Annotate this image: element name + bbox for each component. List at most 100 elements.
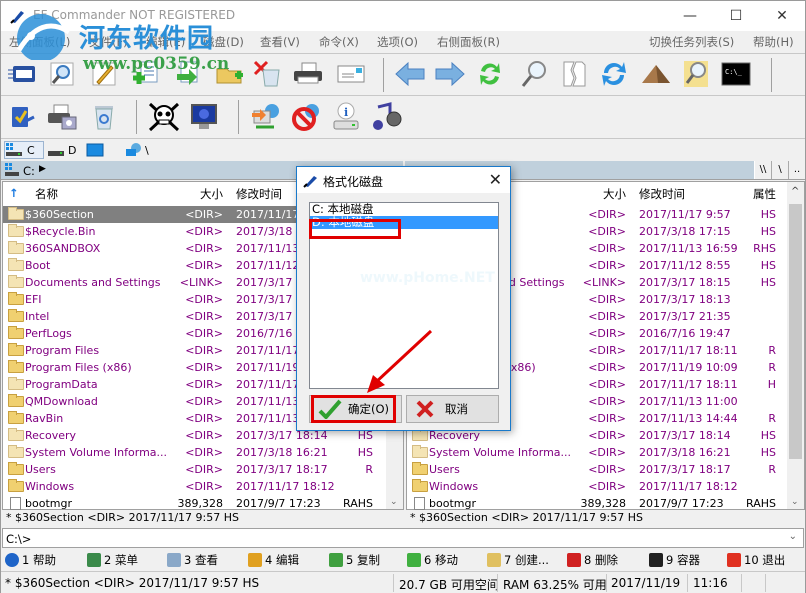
refresh-icon[interactable] [597,57,631,91]
file-date: 2017/11/13 11:00 [639,395,738,408]
fkey-7-button[interactable]: 7 创建... [487,551,549,568]
minimize-button[interactable]: — [667,1,713,31]
menu-options[interactable]: 选项(O) [377,34,418,50]
disconnect-network-drive-icon[interactable] [289,100,323,134]
column-name[interactable]: 名称 [35,186,58,202]
fkey-8-button[interactable]: 8 删除 [567,551,618,568]
desktop-button[interactable] [86,141,106,159]
map-network-drive-icon[interactable] [249,100,283,134]
cancel-button[interactable]: 取消 [406,395,499,423]
column-size[interactable]: 大小 [603,186,626,202]
drive-d-button[interactable]: D [47,141,77,159]
scroll-down-icon[interactable]: ⌄ [390,497,398,507]
drive-info-icon[interactable]: i [329,100,363,134]
file-name: 360SANDBOX [25,242,101,255]
disk-list[interactable]: C: 本地磁盘 D: 本地磁盘 www.pHome.NET [309,202,499,389]
wipe-icon[interactable] [147,100,181,134]
find-icon[interactable] [517,57,551,91]
parent-up-icon[interactable]: ↑ [9,186,19,200]
back-icon[interactable] [393,57,427,91]
new-folder-icon[interactable] [213,57,247,91]
sync-icon[interactable] [473,57,507,91]
recycle-bin-icon[interactable] [87,100,121,134]
file-row[interactable]: bootmgr 389,328 2017/9/7 17:23 RAHS [407,495,804,512]
column-date[interactable]: 修改时间 [236,186,282,202]
print-icon[interactable] [291,57,325,91]
copy-file-icon[interactable] [171,57,205,91]
close-button[interactable]: ✕ [759,1,805,31]
file-attributes: R [768,361,776,374]
media-player-icon[interactable] [369,100,403,134]
delete-icon[interactable] [251,57,285,91]
parent-dir-button[interactable]: .. [788,161,805,179]
file-size: <DIR> [185,344,223,357]
mail-icon[interactable] [333,57,367,91]
split-file-icon[interactable] [557,57,591,91]
file-size: <DIR> [185,378,223,391]
fkey-4-button[interactable]: 4 编辑 [248,551,299,568]
file-row[interactable]: System Volume Informa... <DIR> 2017/3/18 1… [407,444,804,461]
menu-task-list[interactable]: 切换任务列表(S) [649,34,734,50]
new-file-icon[interactable] [129,57,163,91]
status-time: 11:16 [693,576,728,590]
fkey-9-button[interactable]: 9 容器 [649,551,700,568]
file-row[interactable]: System Volume Informa... <DIR> 2017/3/18 1… [3,444,403,461]
find-folder-icon[interactable] [679,57,713,91]
file-row[interactable]: Windows <DIR> 2017/11/17 18:12 [3,478,403,495]
menu-edit[interactable]: 编辑(E) [146,34,185,50]
maximize-button[interactable]: ☐ [713,1,759,31]
menu-disk[interactable]: 磁盘(D) [203,34,244,50]
fkey-6-button[interactable]: 6 移动 [407,551,458,568]
file-date: 2017/11/13 [236,395,300,408]
file-row[interactable]: Users <DIR> 2017/3/17 18:17 R [407,461,804,478]
scanner-icon[interactable] [45,100,79,134]
properties-icon[interactable] [5,100,39,134]
file-size: <DIR> [185,259,223,272]
pyramid-icon[interactable] [639,57,673,91]
forward-icon[interactable] [433,57,467,91]
network-root-button[interactable]: \ [125,141,155,159]
edit-icon[interactable] [87,57,121,91]
file-row[interactable]: bootmgr 389,328 2017/9/7 17:23 RAHS [3,495,403,512]
console-icon[interactable]: C:\_ [719,57,753,91]
scroll-down-icon[interactable]: ⌄ [791,497,799,507]
root-button[interactable]: \ [771,161,788,179]
menu-left-panel[interactable]: 左侧面板(L) [9,34,70,50]
file-row[interactable]: Windows <DIR> 2017/11/17 18:12 [407,478,804,495]
menu-view[interactable]: 查看(V) [260,34,300,50]
dialog-close-button[interactable]: ✕ [489,170,502,189]
menu-right-panel[interactable]: 右侧面板(R) [437,34,500,50]
path-arrow-icon[interactable]: ▶ [39,164,46,174]
delete-icon [567,552,581,567]
column-size[interactable]: 大小 [200,186,223,202]
screen-icon[interactable] [187,100,221,134]
panel-icon[interactable] [5,57,39,91]
chevron-down-icon[interactable]: ⌄ [789,531,797,542]
command-line-input[interactable]: C:\> ⌄ [2,528,804,548]
menu-file[interactable]: 文件(F) [89,34,128,50]
right-scrollbar[interactable]: ^ ⌄ [787,182,804,509]
file-name: $360Section [25,208,94,221]
column-date[interactable]: 修改时间 [639,186,685,202]
root-unc-button[interactable]: \\ [754,161,771,179]
search-icon[interactable] [45,57,79,91]
scroll-up-icon[interactable]: ^ [791,186,799,197]
disk-item-d[interactable]: D: 本地磁盘 [310,216,498,229]
file-size: <DIR> [588,412,626,425]
menu-commands[interactable]: 命令(X) [319,34,359,50]
file-row[interactable]: Users <DIR> 2017/3/17 18:17 R [3,461,403,478]
file-size: <DIR> [185,480,223,493]
drive-c-button[interactable]: C [4,141,44,159]
file-name: EFI [25,293,42,306]
fkey-1-button[interactable]: 1 帮助 [5,551,56,568]
folder-icon [8,326,24,339]
menu-help[interactable]: 帮助(H) [753,34,794,50]
scroll-thumb[interactable] [789,204,802,459]
column-attributes[interactable]: 属性 [753,186,776,202]
fkey-2-button[interactable]: 2 菜单 [87,551,138,568]
fkey-5-button[interactable]: 5 复制 [329,551,380,568]
ok-button[interactable]: 确定(O) [309,395,402,423]
create-folder-icon [487,552,501,567]
fkey-3-button[interactable]: 3 查看 [167,551,218,568]
fkey-10-button[interactable]: 10 退出 [727,551,785,568]
